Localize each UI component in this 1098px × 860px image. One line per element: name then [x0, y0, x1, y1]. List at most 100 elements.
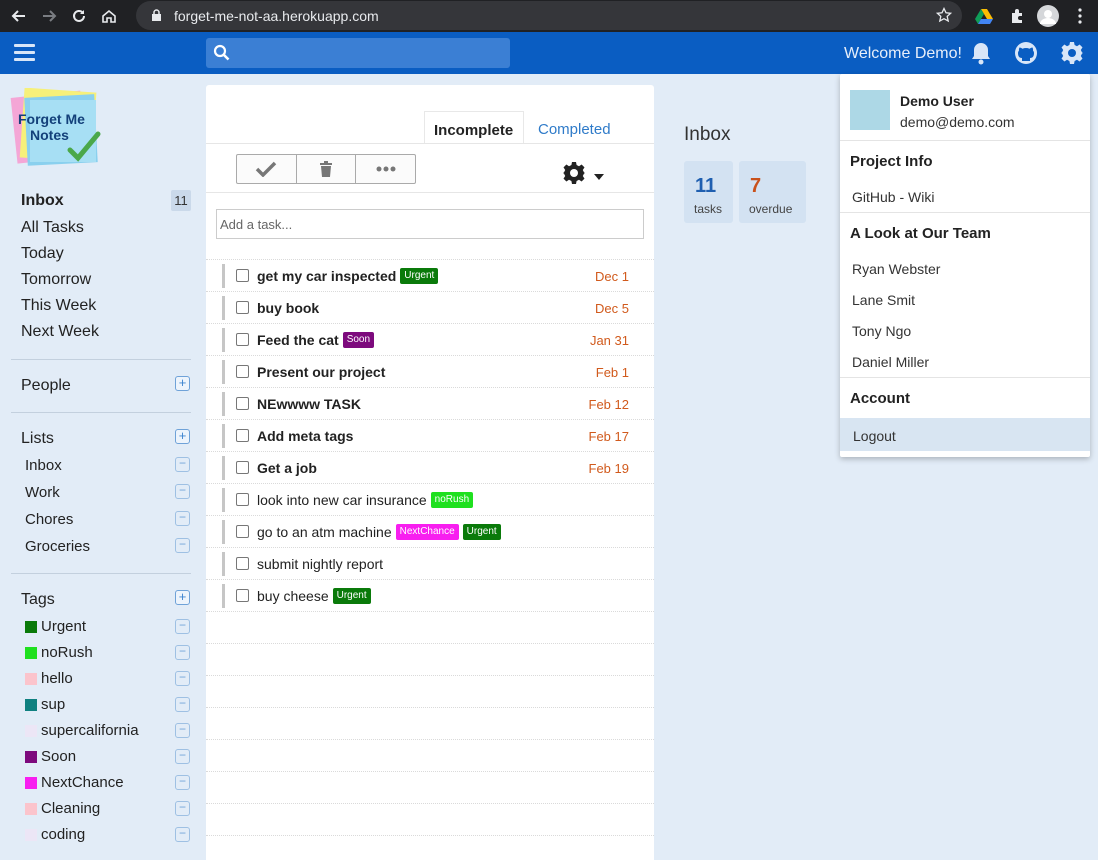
- task-drag-handle[interactable]: [222, 488, 225, 512]
- task-row[interactable]: Get a job Feb 19: [206, 451, 654, 483]
- nav-today[interactable]: Today: [21, 245, 64, 263]
- hamburger-menu-icon[interactable]: [14, 44, 35, 61]
- extensions-puzzle-icon[interactable]: [1005, 4, 1029, 28]
- tag-item[interactable]: supercalifornia: [25, 722, 139, 739]
- github-icon[interactable]: [1014, 41, 1038, 65]
- task-row[interactable]: Add meta tags Feb 17: [206, 419, 654, 451]
- list-groceries[interactable]: Groceries: [25, 538, 90, 555]
- tab-incomplete[interactable]: Incomplete: [424, 111, 524, 144]
- list-chores[interactable]: Chores: [25, 511, 73, 528]
- people-header[interactable]: People: [21, 377, 71, 395]
- add-list-plus-icon[interactable]: +: [175, 429, 190, 444]
- logout-button[interactable]: Logout: [840, 418, 1090, 451]
- back-icon[interactable]: [6, 3, 32, 29]
- tag-options-minus-icon[interactable]: −: [175, 697, 190, 712]
- tag-item[interactable]: NextChance: [25, 774, 124, 791]
- task-row[interactable]: Present our project Feb 1: [206, 355, 654, 387]
- task-row[interactable]: look into new car insurance noRush: [206, 483, 654, 515]
- home-icon[interactable]: [96, 3, 122, 29]
- task-checkbox[interactable]: [236, 525, 249, 538]
- search-box[interactable]: [206, 38, 510, 68]
- task-checkbox[interactable]: [236, 461, 249, 474]
- browser-menu-icon[interactable]: [1068, 4, 1092, 28]
- task-drag-handle[interactable]: [222, 424, 225, 448]
- task-checkbox[interactable]: [236, 397, 249, 410]
- task-checkbox[interactable]: [236, 493, 249, 506]
- task-checkbox[interactable]: [236, 269, 249, 282]
- task-drag-handle[interactable]: [222, 584, 225, 608]
- team-member-link[interactable]: Daniel Miller: [852, 354, 929, 370]
- team-member-link[interactable]: Ryan Webster: [852, 261, 940, 277]
- task-drag-handle[interactable]: [222, 296, 225, 320]
- tag-item[interactable]: Urgent: [25, 618, 86, 635]
- add-person-plus-icon[interactable]: +: [175, 376, 190, 391]
- task-checkbox[interactable]: [236, 429, 249, 442]
- task-checkbox[interactable]: [236, 589, 249, 602]
- tag-options-minus-icon[interactable]: −: [175, 671, 190, 686]
- list-options-minus-icon[interactable]: −: [175, 484, 190, 499]
- task-checkbox[interactable]: [236, 365, 249, 378]
- task-row[interactable]: get my car inspected Urgent Dec 1: [206, 259, 654, 291]
- task-row[interactable]: go to an atm machine NextChance Urgent: [206, 515, 654, 547]
- nav-tomorrow[interactable]: Tomorrow: [21, 271, 91, 289]
- add-tag-plus-icon[interactable]: +: [175, 590, 190, 605]
- task-drag-handle[interactable]: [222, 456, 225, 480]
- tag-item[interactable]: noRush: [25, 644, 93, 661]
- drive-extension-icon[interactable]: [972, 4, 996, 28]
- list-work[interactable]: Work: [25, 484, 60, 501]
- team-member-link[interactable]: Tony Ngo: [852, 323, 911, 339]
- tag-item[interactable]: coding: [25, 826, 85, 843]
- task-checkbox[interactable]: [236, 301, 249, 314]
- search-input[interactable]: [236, 38, 506, 68]
- list-options-minus-icon[interactable]: −: [175, 538, 190, 553]
- tag-options-minus-icon[interactable]: −: [175, 723, 190, 738]
- bookmark-star-icon[interactable]: [935, 6, 953, 28]
- list-options-minus-icon[interactable]: −: [175, 457, 190, 472]
- tag-options-minus-icon[interactable]: −: [175, 775, 190, 790]
- task-checkbox[interactable]: [236, 333, 249, 346]
- team-member-link[interactable]: Lane Smit: [852, 292, 915, 308]
- tag-options-minus-icon[interactable]: −: [175, 619, 190, 634]
- tags-header[interactable]: Tags: [21, 591, 55, 609]
- bell-icon[interactable]: [970, 41, 994, 65]
- task-drag-handle[interactable]: [222, 360, 225, 384]
- task-row[interactable]: submit nightly report: [206, 547, 654, 579]
- tag-options-minus-icon[interactable]: −: [175, 827, 190, 842]
- github-wiki-link[interactable]: GitHub - Wiki: [852, 189, 934, 205]
- tasks-count-stat[interactable]: 11 tasks: [684, 161, 733, 223]
- task-drag-handle[interactable]: [222, 264, 225, 288]
- add-task-input[interactable]: [216, 209, 644, 239]
- task-drag-handle[interactable]: [222, 392, 225, 416]
- nav-inbox[interactable]: Inbox: [21, 192, 64, 210]
- nav-next-week[interactable]: Next Week: [21, 323, 99, 341]
- overdue-count-stat[interactable]: 7 overdue: [739, 161, 806, 223]
- sort-settings-dropdown[interactable]: [562, 161, 604, 190]
- tag-item[interactable]: sup: [25, 696, 65, 713]
- profile-avatar-icon[interactable]: [1036, 4, 1060, 28]
- complete-checkmark-button[interactable]: [237, 155, 297, 183]
- address-bar[interactable]: forget-me-not-aa.herokuapp.com: [136, 1, 962, 30]
- tab-completed[interactable]: Completed: [529, 111, 620, 144]
- forward-icon[interactable]: [36, 3, 62, 29]
- task-row[interactable]: buy book Dec 5: [206, 291, 654, 323]
- lists-header[interactable]: Lists: [21, 430, 54, 448]
- list-inbox[interactable]: Inbox: [25, 457, 62, 474]
- task-drag-handle[interactable]: [222, 328, 225, 352]
- tag-options-minus-icon[interactable]: −: [175, 749, 190, 764]
- task-row[interactable]: buy cheese Urgent: [206, 579, 654, 611]
- task-drag-handle[interactable]: [222, 520, 225, 544]
- task-drag-handle[interactable]: [222, 552, 225, 576]
- delete-trash-button[interactable]: [297, 155, 357, 183]
- tag-item[interactable]: Cleaning: [25, 800, 100, 817]
- tag-options-minus-icon[interactable]: −: [175, 645, 190, 660]
- list-options-minus-icon[interactable]: −: [175, 511, 190, 526]
- reload-icon[interactable]: [66, 3, 92, 29]
- more-options-button[interactable]: [356, 155, 415, 183]
- tag-options-minus-icon[interactable]: −: [175, 801, 190, 816]
- task-row[interactable]: Feed the cat Soon Jan 31: [206, 323, 654, 355]
- tag-item[interactable]: Soon: [25, 748, 76, 765]
- nav-all-tasks[interactable]: All Tasks: [21, 219, 84, 237]
- settings-gear-icon[interactable]: [1060, 41, 1084, 65]
- task-checkbox[interactable]: [236, 557, 249, 570]
- task-row[interactable]: NEwwww TASK Feb 12: [206, 387, 654, 419]
